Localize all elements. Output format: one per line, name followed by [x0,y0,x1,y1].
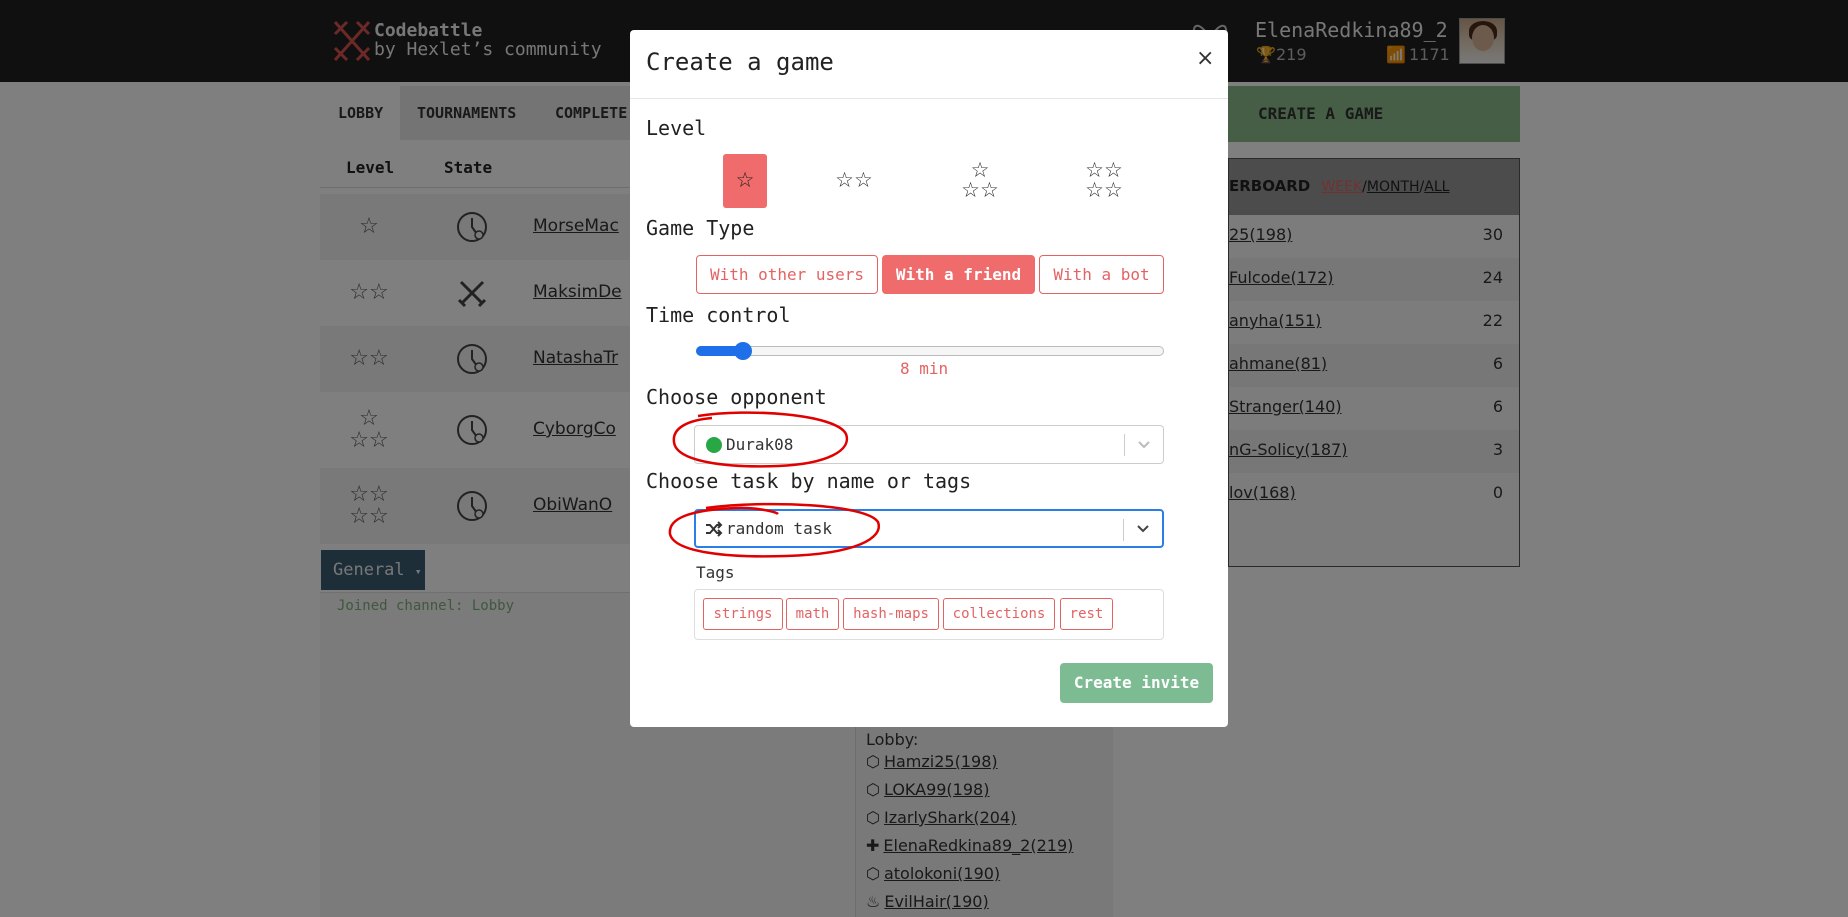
game-type-friend[interactable]: With a friend [882,255,1035,294]
create-invite-button[interactable]: Create invite [1060,663,1213,703]
tag-rest[interactable]: rest [1060,598,1113,630]
select-separator [1123,519,1124,541]
tag-collections[interactable]: collections [943,598,1055,630]
game-type-label: Game Type [646,216,755,240]
level-option-2[interactable]: ☆☆ [830,154,878,208]
task-value: random task [726,519,832,538]
time-slider-thumb[interactable] [733,342,752,360]
opponent-select[interactable]: Durak08 [694,425,1164,464]
create-game-modal: Create a game × Level ☆ ☆☆ ☆ ☆☆ ☆☆ ☆☆ Ga… [630,30,1228,727]
time-control-label: Time control [646,303,791,327]
level-label: Level [646,116,707,140]
task-select[interactable]: random task [694,509,1164,548]
tag-math[interactable]: math [786,598,839,630]
online-status-icon [706,437,722,453]
select-separator [1124,434,1125,456]
tag-hash-maps[interactable]: hash-maps [843,598,939,630]
level-option-1[interactable]: ☆ [723,154,767,208]
time-slider-track[interactable] [696,346,1164,356]
opponent-value: Durak08 [726,435,794,454]
time-value: 8 min [900,359,949,378]
tag-strings[interactable]: strings [703,598,783,630]
modal-title: Create a game [646,48,834,76]
shuffle-icon [706,521,723,537]
game-type-bot[interactable]: With a bot [1039,255,1164,294]
opponent-label: Choose opponent [646,385,827,409]
task-label: Choose task by name or tags [646,469,972,493]
modal-divider [630,98,1228,99]
chevron-down-icon[interactable] [1136,436,1152,452]
game-type-other-users[interactable]: With other users [696,255,878,294]
level-option-3[interactable]: ☆ ☆☆ [958,154,1002,208]
level-option-4[interactable]: ☆☆ ☆☆ [1080,154,1128,208]
close-icon[interactable]: × [1196,46,1214,71]
tags-label: Tags [696,563,735,582]
chevron-down-icon[interactable] [1135,520,1151,536]
